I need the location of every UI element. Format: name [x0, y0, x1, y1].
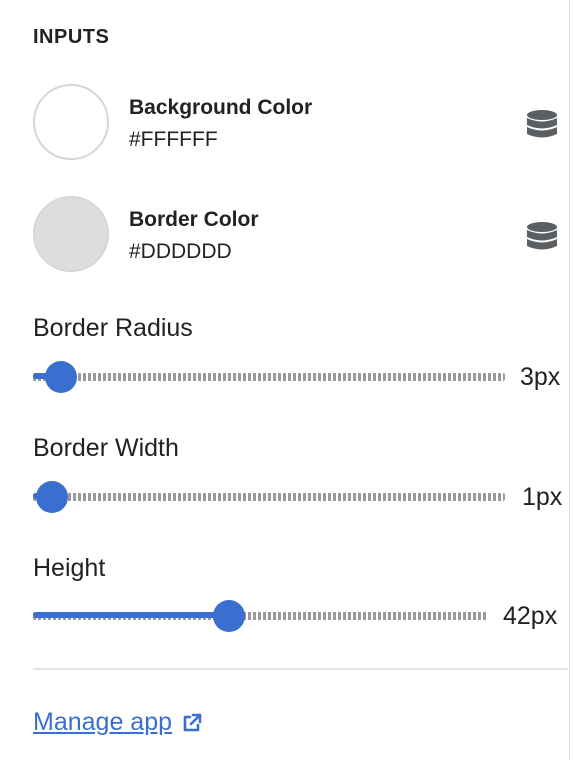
slider-track [33, 493, 505, 501]
border-color-row[interactable]: Border Color #DDDDDD [33, 196, 558, 276]
divider [33, 668, 568, 670]
border-width-value: 1px [522, 483, 563, 511]
border-color-label: Border Color [129, 208, 259, 231]
section-title: INPUTS [33, 26, 110, 48]
background-color-value: #FFFFFF [129, 128, 218, 151]
slider-thumb[interactable] [35, 481, 68, 513]
external-link-icon [183, 713, 202, 731]
height-value: 42px [503, 602, 558, 630]
border-color-swatch[interactable] [33, 196, 109, 272]
panel-border [569, 0, 570, 760]
border-width-slider[interactable] [33, 481, 505, 513]
database-icon[interactable] [526, 221, 558, 253]
height-label: Height [33, 554, 106, 582]
background-color-row[interactable]: Background Color #FFFFFF [33, 84, 558, 164]
manage-app-label: Manage app [33, 708, 173, 736]
manage-app-link[interactable]: Manage app [33, 708, 202, 737]
slider-fill [33, 612, 229, 618]
inputs-panel: INPUTS Background Color #FFFFFF Border C… [0, 0, 574, 760]
background-color-swatch[interactable] [33, 84, 109, 160]
database-icon[interactable] [526, 109, 558, 141]
slider-thumb[interactable] [45, 361, 78, 393]
border-radius-slider[interactable] [33, 361, 505, 393]
background-color-label: Background Color [129, 96, 313, 119]
height-slider[interactable] [33, 600, 488, 632]
slider-thumb[interactable] [212, 600, 245, 632]
border-color-value: #DDDDDD [129, 240, 232, 263]
border-radius-value: 3px [520, 363, 561, 391]
border-radius-label: Border Radius [33, 314, 193, 342]
border-width-label: Border Width [33, 434, 179, 462]
slider-track [33, 373, 505, 381]
